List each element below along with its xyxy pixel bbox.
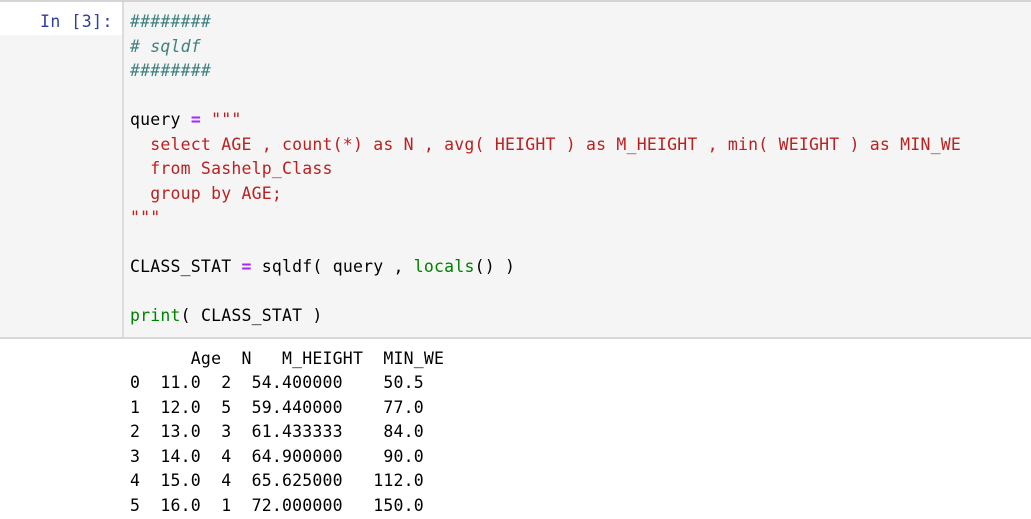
code-token-string: select AGE , count(*) as N , avg( HEIGHT… xyxy=(130,134,961,154)
code-token-builtin: print xyxy=(130,306,181,325)
code-token-name: query xyxy=(130,110,191,129)
notebook-container: In [3]: ######## # sqldf ######## query … xyxy=(0,0,1031,519)
code-token-name: () ) xyxy=(474,257,516,276)
notebook-output-cell: Age N M_HEIGHT MIN_WE 0 11.0 2 54.400000… xyxy=(0,338,1031,518)
output-area: Age N M_HEIGHT MIN_WE 0 11.0 2 54.400000… xyxy=(122,338,1031,518)
output-dataframe-text: Age N M_HEIGHT MIN_WE 0 11.0 2 54.400000… xyxy=(130,348,445,515)
code-token-string: """ xyxy=(130,208,161,227)
code-token-op: = xyxy=(190,110,201,129)
code-token-comment: ######## xyxy=(130,61,212,80)
code-source[interactable]: ######## # sqldf ######## query = """ se… xyxy=(130,10,1031,329)
notebook-input-cell[interactable]: In [3]: ######## # sqldf ######## query … xyxy=(0,0,1031,339)
code-token-name: sqldf( query , xyxy=(251,257,414,276)
code-token-string: group by AGE; xyxy=(130,183,283,203)
code-token-name: CLASS_STAT xyxy=(130,257,242,276)
code-editor[interactable]: ######## # sqldf ######## query = """ se… xyxy=(122,2,1031,337)
code-token-comment: # sqldf xyxy=(130,36,201,56)
code-token-name xyxy=(201,110,211,129)
code-token-comment: ######## xyxy=(130,12,212,31)
code-token-string: from Sashelp_Class xyxy=(130,159,333,178)
input-prompt-label: In [3]: xyxy=(0,2,122,35)
code-token-string: """ xyxy=(211,110,242,129)
code-token-builtin: locals xyxy=(413,257,475,276)
code-token-name: ( CLASS_STAT ) xyxy=(180,306,323,325)
code-token-op: = xyxy=(241,257,252,276)
